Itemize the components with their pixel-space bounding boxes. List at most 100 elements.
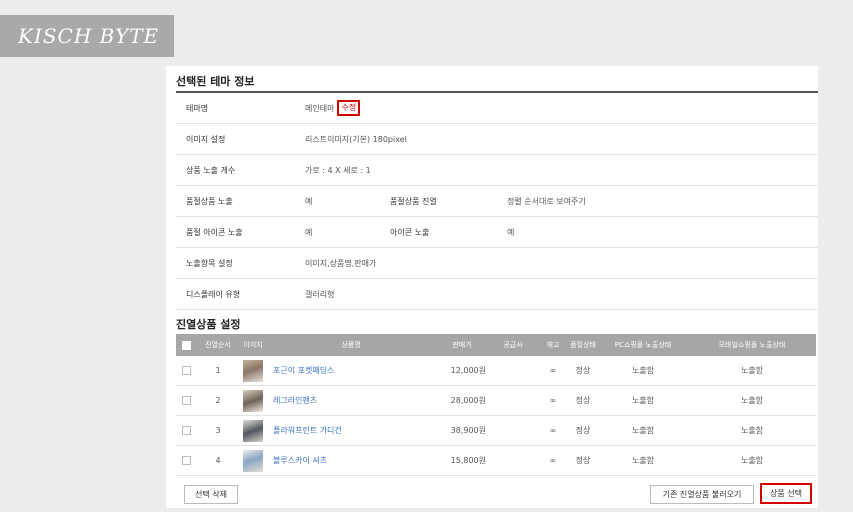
row-checkbox[interactable] [181,396,191,405]
row-mobile-state: 노출함 [740,396,764,405]
row-order: 2 [215,396,221,405]
display-items-value: 이미지,상품명,판매가 [305,258,377,268]
row-soldout-state: 정상 [575,366,591,375]
row-price: 15,800원 [450,456,486,465]
display-type-value: 갤러리형 [305,289,335,299]
table-row: 1 포근이 포켓패딩스 12,000원 ∞ 정상 노출함 노출함 [176,356,816,386]
theme-name-row: 테마명 메인테마 수정 [176,93,818,124]
product-thumbnail [243,389,263,412]
product-settings-title: 진열상품 설정 [176,318,241,331]
display-items-label: 노출항목 설정 [186,258,233,268]
edit-theme-button[interactable]: 수정 [337,100,361,116]
header-name: 상품명 [341,341,361,349]
row-mobile-state: 노출함 [740,366,764,375]
display-count-label: 상품 노출 개수 [186,165,236,175]
row-select[interactable] [176,446,196,475]
row-price: 38,900원 [450,426,486,435]
row-stock: ∞ [549,456,557,465]
theme-name-value: 메인테마 [305,103,335,113]
product-table: 진열순서 이미지 상품명 판매가 공급사 재고 품절상태 PC쇼핑몰 노출상태 … [176,334,816,476]
row-checkbox[interactable] [181,426,191,435]
product-thumbnail [243,449,263,472]
theme-name-label: 테마명 [186,103,209,113]
row-select[interactable] [176,416,196,445]
header-supplier: 공급사 [503,341,523,349]
display-type-row: 디스플레이 유형 갤러리형 [176,279,818,310]
display-items-row: 노출항목 설정 이미지,상품명,판매가 [176,248,818,279]
row-image [240,416,266,445]
row-soldout-state: 정상 [575,456,591,465]
theme-panel: 선택된 테마 정보 테마명 메인테마 수정 이미지 설정 리스트이미지(기본) … [166,66,818,508]
table-row: 4 블루스카이 셔츠 15,800원 ∞ 정상 노출함 노출함 [176,446,816,476]
display-count-row: 상품 노출 개수 가로 : 4 X 세로 : 1 [176,155,818,186]
row-price: 28,000원 [450,396,486,405]
row-soldout-state: 정상 [575,396,591,405]
row-pc-state: 노출함 [631,366,655,375]
soldout-icon-value: 예 [305,227,313,237]
row-product-name[interactable]: 포근이 포켓패딩스 [266,356,436,385]
row-mobile-state: 노출함 [740,426,764,435]
header-stock: 재고 [546,341,560,349]
image-setting-label: 이미지 설정 [186,134,226,144]
row-product-name[interactable]: 레그라인팬츠 [266,386,436,415]
theme-info-table: 테마명 메인테마 수정 이미지 설정 리스트이미지(기본) 180pixel 상… [176,93,818,310]
display-type-label: 디스플레이 유형 [186,289,241,299]
row-mobile-state: 노출함 [740,456,764,465]
soldout-row: 품절상품 노출 예 품절상품 진열 정렬 순서대로 보여주기 [176,186,818,217]
row-supplier [488,416,538,445]
icon-row: 품절 아이콘 노출 예 아이콘 노출 예 [176,217,818,248]
load-existing-button[interactable]: 기존 진열상품 불러오기 [650,485,754,504]
row-pc-state: 노출함 [631,456,655,465]
icon-display-value: 예 [507,227,515,237]
row-stock: ∞ [549,396,557,405]
row-supplier [488,386,538,415]
row-order: 3 [215,426,221,435]
row-image [240,386,266,415]
row-supplier [488,356,538,385]
image-setting-row: 이미지 설정 리스트이미지(기본) 180pixel [176,124,818,155]
header-order: 진열순서 [205,341,231,349]
row-select[interactable] [176,356,196,385]
row-supplier [488,446,538,475]
logo: KISCH BYTE [0,15,174,57]
header-soldout-state: 품절상태 [570,341,596,349]
delete-selected-button[interactable]: 선택 삭제 [184,485,238,504]
table-row: 3 플라워프린트 가디건 38,900원 ∞ 정상 노출함 노출함 [176,416,816,446]
theme-name-value-cell: 메인테마 수정 [305,93,361,123]
row-order: 1 [215,366,221,375]
table-header: 진열순서 이미지 상품명 판매가 공급사 재고 품절상태 PC쇼핑몰 노출상태 … [176,334,816,356]
display-count-value: 가로 : 4 X 세로 : 1 [305,165,371,175]
soldout-display-value: 예 [305,196,313,206]
row-order: 4 [215,456,221,465]
select-all-checkbox[interactable] [181,340,191,350]
soldout-icon-label: 품절 아이콘 노출 [186,227,243,237]
image-setting-value: 리스트이미지(기본) 180pixel [305,134,407,144]
header-price: 판매가 [452,341,472,349]
header-mobile-state: 모바일쇼핑몰 노출상태 [718,341,786,349]
row-stock: ∞ [549,366,557,375]
row-soldout-state: 정상 [575,426,591,435]
icon-display-label: 아이콘 노출 [390,227,430,237]
select-products-button[interactable]: 상품 선택 [760,483,812,504]
row-checkbox[interactable] [181,366,191,375]
header-pc-state: PC쇼핑몰 노출상태 [614,341,672,349]
row-checkbox[interactable] [181,456,191,465]
soldout-order-label: 품절상품 진열 [390,196,437,206]
row-pc-state: 노출함 [631,426,655,435]
header-image: 이미지 [243,341,263,349]
soldout-display-label: 품절상품 노출 [186,196,233,206]
row-product-name[interactable]: 플라워프린트 가디건 [266,416,436,445]
row-image [240,356,266,385]
product-thumbnail [243,419,263,442]
row-image [240,446,266,475]
row-pc-state: 노출함 [631,396,655,405]
row-select[interactable] [176,386,196,415]
header-select-all[interactable] [176,334,196,356]
row-stock: ∞ [549,426,557,435]
theme-info-title: 선택된 테마 정보 [176,75,255,88]
table-row: 2 레그라인팬츠 28,000원 ∞ 정상 노출함 노출함 [176,386,816,416]
row-price: 12,000원 [450,366,486,375]
soldout-order-value: 정렬 순서대로 보여주기 [507,196,586,206]
row-product-name[interactable]: 블루스카이 셔츠 [266,446,436,475]
product-thumbnail [243,359,263,382]
